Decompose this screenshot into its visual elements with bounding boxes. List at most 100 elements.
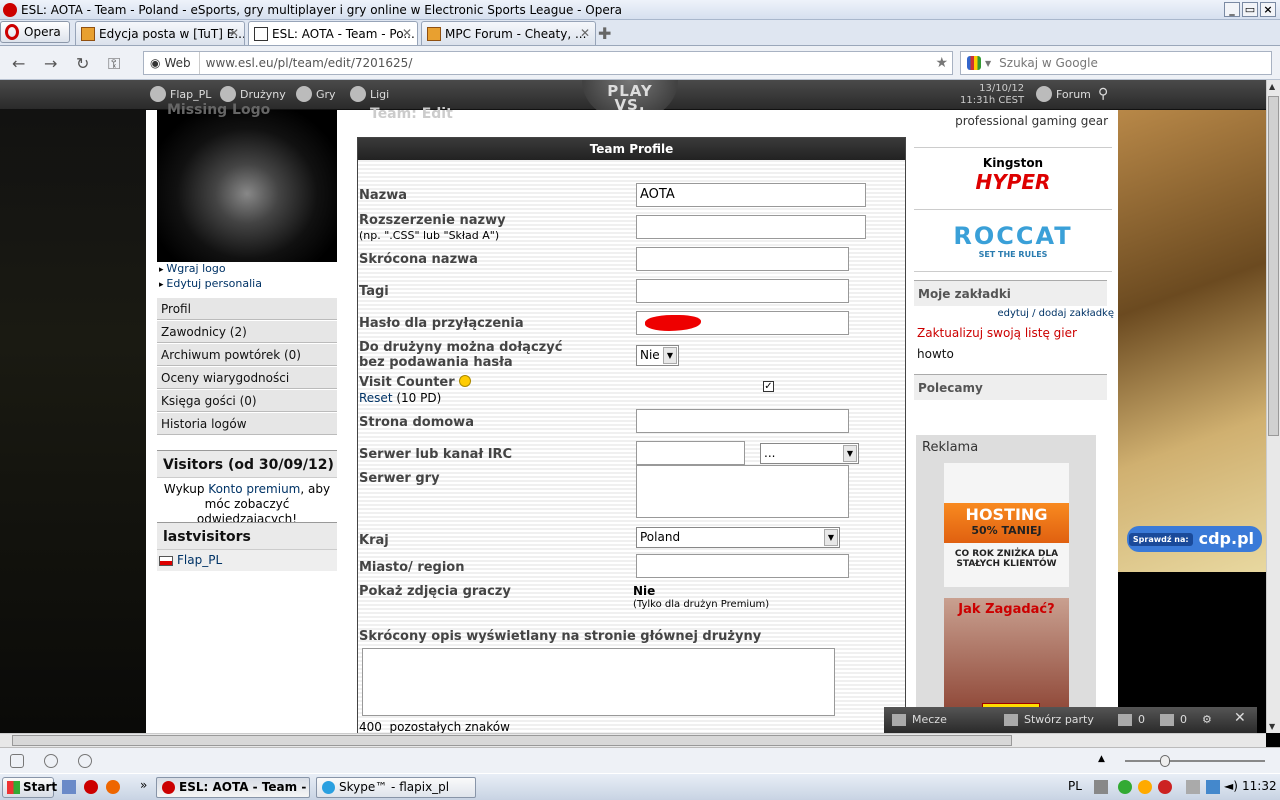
menu-item-players[interactable]: Zawodnicy (2) (157, 320, 337, 343)
zoom-up-icon[interactable]: ▲ (1098, 754, 1105, 764)
chat-button[interactable]: 0 (1118, 713, 1145, 726)
pin-icon[interactable]: ⚲ (1098, 86, 1108, 102)
zoom-slider[interactable] (1125, 755, 1265, 767)
cdp-banner[interactable]: Sprawdź na: cdp.pl (1127, 526, 1262, 552)
roccat-banner[interactable]: ROCCAT SET THE RULES (914, 212, 1112, 272)
close-button[interactable]: × (1260, 2, 1276, 17)
bookmarks-edit-link[interactable]: edytuj / dodaj zakładkę (997, 308, 1114, 319)
firefox-icon[interactable] (106, 780, 120, 794)
taskbar-clock[interactable]: 11:32 (1242, 779, 1277, 793)
forward-icon[interactable]: → (44, 54, 57, 73)
minimize-button[interactable]: _ (1224, 2, 1240, 17)
premium-link[interactable]: Konto premium (208, 482, 300, 496)
kingston-banner[interactable]: Kingston HYPER (914, 150, 1112, 210)
close-tab-icon[interactable]: ✕ (229, 26, 239, 40)
tab-mpc-forum[interactable]: MPC Forum - Cheaty, ... ✕ (421, 21, 596, 45)
vertical-scroll-thumb[interactable] (1268, 96, 1279, 436)
city-input[interactable] (636, 554, 849, 578)
lastvisitor-link[interactable]: Flap_PL (177, 553, 222, 567)
menu-item-ratings[interactable]: Oceny wiarygodności (157, 366, 337, 389)
update-games-link[interactable]: Zaktualizuj swoją listę gier (917, 326, 1077, 340)
upload-logo-link[interactable]: Wgraj logo (159, 262, 262, 277)
panel-toggle-icon[interactable] (10, 754, 24, 768)
irc-input[interactable] (636, 441, 745, 465)
tab-edycja-posta[interactable]: Edycja posta w [TuT] E... ✕ (75, 21, 245, 45)
task-skype[interactable]: Skype™ - flapix_pl (316, 777, 476, 798)
tray-monitor-icon[interactable] (1206, 780, 1220, 794)
games-menu[interactable]: Gry (296, 86, 336, 102)
opera-icon (3, 2, 17, 17)
hosting-label: HOSTING (965, 505, 1048, 524)
search-field[interactable]: ▼ Szukaj w Google (960, 51, 1272, 75)
tray-sun-icon[interactable] (1138, 780, 1152, 794)
close-tab-icon[interactable]: ✕ (402, 26, 412, 40)
matches-button[interactable]: Mecze (892, 713, 947, 726)
teams-menu[interactable]: Drużyny (220, 86, 286, 102)
steelseries-banner[interactable]: professional gaming gear (914, 110, 1112, 148)
forum-menu[interactable]: Forum (1036, 86, 1091, 102)
visit-counter-checkbox[interactable]: ✓ (763, 381, 774, 392)
menu-item-replays[interactable]: Archiwum powtórek (0) (157, 343, 337, 366)
back-icon[interactable]: ← (12, 54, 25, 73)
desktop-icon[interactable] (62, 780, 76, 794)
speed-dial-icon[interactable] (78, 754, 92, 768)
quicklaunch-more-icon[interactable]: » (140, 778, 147, 792)
horizontal-scrollbar[interactable] (0, 733, 1266, 747)
homepage-input[interactable] (636, 409, 849, 433)
irc-select[interactable]: ... ▼ (760, 443, 859, 464)
tray-network-icon[interactable] (1186, 780, 1200, 794)
menu-item-guestbook[interactable]: Księga gości (0) (157, 389, 337, 412)
tray-status-icon[interactable] (1118, 780, 1132, 794)
opera-menu-button[interactable]: Opera (0, 21, 70, 43)
gameserver-textarea[interactable] (636, 465, 849, 518)
cloud-icon[interactable] (44, 754, 58, 768)
close-overlay-icon[interactable]: ✕ (1234, 710, 1246, 726)
menu-item-profile[interactable]: Profil (157, 297, 337, 320)
short-name-input[interactable] (636, 247, 849, 271)
address-field[interactable]: ◉ Web www.esl.eu/pl/team/edit/7201625/ ★ (143, 51, 953, 75)
edit-profile-link[interactable]: Edytuj personalia (159, 277, 262, 292)
key-icon[interactable]: ⚿ (108, 54, 120, 74)
howto-link[interactable]: howto (917, 347, 954, 361)
scroll-down-icon[interactable]: ▼ (1269, 722, 1275, 731)
tags-input[interactable] (636, 279, 849, 303)
start-button[interactable]: Start (2, 777, 57, 798)
new-tab-icon[interactable]: ✚ (598, 24, 611, 43)
mail-button[interactable]: 0 (1160, 713, 1187, 726)
reload-icon[interactable]: ↻ (76, 54, 89, 73)
scroll-up-icon[interactable]: ▲ (1269, 82, 1275, 91)
leagues-menu[interactable]: Ligi (350, 86, 389, 102)
join-without-password-select[interactable]: Nie ▼ (636, 345, 679, 366)
reset-link[interactable]: Reset (359, 391, 393, 405)
maximize-button[interactable]: ▭ (1242, 2, 1258, 17)
hosting-ad[interactable]: HOSTING 50% TANIEJ CO ROK ZNIŻKA DLA STAŁ… (944, 463, 1069, 587)
dating-ad[interactable]: Jak Zagadać? Zobacz (944, 598, 1069, 722)
task-opera[interactable]: ESL: AOTA - Team - P... (156, 777, 310, 798)
tray-alert-icon[interactable] (1158, 780, 1172, 794)
reset-cost: (10 PD) (396, 391, 442, 405)
background-warrior-art[interactable] (1118, 110, 1266, 572)
web-badge[interactable]: ◉ Web (144, 52, 200, 74)
opera-quicklaunch-icon[interactable] (84, 780, 98, 794)
horizontal-scroll-thumb[interactable] (12, 735, 1012, 746)
password-input[interactable] (636, 311, 849, 335)
name-extension-input[interactable] (636, 215, 866, 239)
create-party-button[interactable]: Stwórz party (1004, 713, 1094, 726)
bookmark-star-icon[interactable]: ★ (935, 55, 948, 71)
zoom-handle[interactable] (1160, 755, 1170, 767)
short-description-textarea[interactable] (362, 648, 835, 716)
vertical-scrollbar[interactable]: ▲ ▼ (1266, 80, 1280, 733)
tray-keyboard-icon[interactable] (1094, 780, 1108, 794)
chevron-down-icon[interactable]: ▼ (985, 59, 991, 68)
country-select[interactable]: Poland ▼ (636, 527, 840, 548)
tab-esl-aota[interactable]: ESL: AOTA - Team - Po... ✕ (248, 21, 418, 45)
leagues-icon (350, 86, 366, 102)
close-tab-icon[interactable]: ✕ (580, 26, 590, 40)
menu-item-logs[interactable]: Historia logów (157, 412, 337, 435)
settings-icon[interactable]: ⚙ (1202, 713, 1212, 726)
name-input[interactable]: AOTA (636, 183, 866, 207)
volume-icon[interactable]: ◄) (1224, 779, 1238, 793)
user-menu[interactable]: Flap_PL (150, 86, 211, 102)
visit-counter-label-block: Visit Counter (359, 375, 472, 390)
language-indicator[interactable]: PL (1068, 779, 1082, 793)
